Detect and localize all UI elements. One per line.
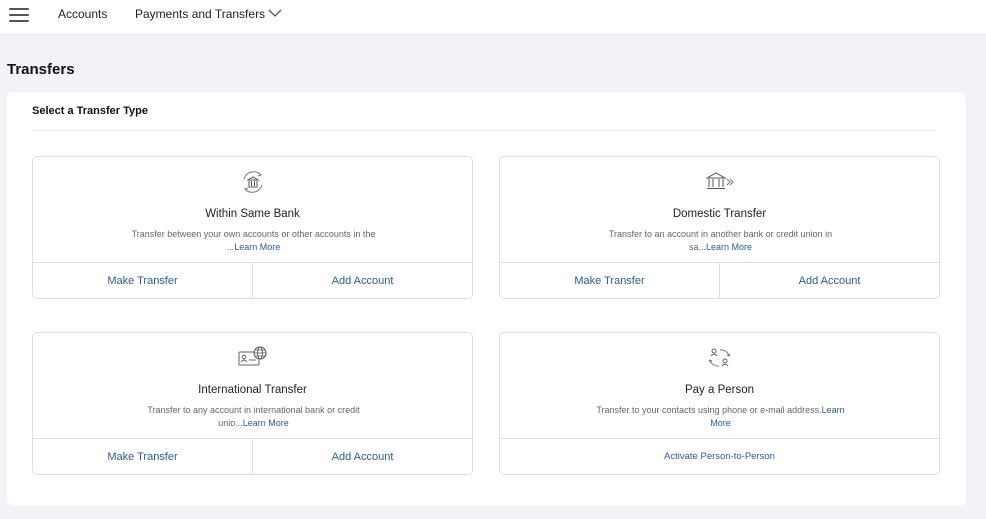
card-within-same-bank: Within Same Bank Transfer between your o… — [32, 156, 473, 299]
international-card-globe-icon — [238, 346, 266, 366]
card-actions: Make Transfer Add Account — [33, 262, 472, 298]
page-title: Transfers — [7, 61, 75, 78]
bank-outgoing-icon — [704, 172, 734, 189]
person-to-person-icon — [708, 348, 730, 367]
panel-title: Select a Transfer Type — [32, 105, 148, 117]
add-account-button[interactable]: Add Account — [719, 263, 939, 298]
learn-more-link[interactable]: Learn More — [234, 242, 280, 252]
card-description-text: Transfer to your contacts using phone or… — [596, 405, 822, 415]
chevron-down-icon[interactable] — [268, 9, 282, 18]
learn-more-link[interactable]: Learn More — [706, 242, 752, 252]
nav-accounts[interactable]: Accounts — [58, 7, 107, 21]
card-title: Domestic Transfer — [672, 208, 767, 220]
transfer-type-panel: Select a Transfer Type Within Same Bank … — [7, 92, 966, 506]
card-international-transfer: International Transfer Transfer to any a… — [32, 332, 473, 475]
card-description: Transfer to your contacts using phone or… — [590, 404, 851, 430]
card-actions: Make Transfer Add Account — [33, 438, 472, 474]
make-transfer-button[interactable]: Make Transfer — [33, 263, 252, 298]
card-description: Transfer between your own accounts or ot… — [123, 228, 384, 254]
nav-payments-and-transfers[interactable]: Payments and Transfers — [135, 7, 265, 21]
card-actions: Make Transfer Add Account — [500, 262, 939, 298]
card-title: Pay a Person — [684, 384, 755, 396]
divider — [32, 130, 936, 131]
card-title: International Transfer — [198, 384, 307, 396]
card-domestic-transfer: Domestic Transfer Transfer to an account… — [499, 156, 940, 299]
activate-person-to-person-button[interactable]: Activate Person-to-Person — [500, 439, 939, 474]
card-pay-a-person: Pay a Person Transfer to your contacts u… — [499, 332, 940, 475]
make-transfer-button[interactable]: Make Transfer — [500, 263, 719, 298]
add-account-button[interactable]: Add Account — [252, 439, 472, 474]
card-title: Within Same Bank — [205, 208, 300, 220]
card-description: Transfer to an account in another bank o… — [590, 228, 851, 254]
learn-more-link[interactable]: Learn More — [243, 418, 289, 428]
hamburger-menu-icon[interactable] — [9, 7, 29, 23]
top-navigation-bar: Accounts Payments and Transfers — [0, 0, 986, 35]
add-account-button[interactable]: Add Account — [252, 263, 472, 298]
make-transfer-button[interactable]: Make Transfer — [33, 439, 252, 474]
card-actions: Activate Person-to-Person — [500, 438, 939, 474]
bank-transfer-icon — [243, 171, 262, 193]
card-description: Transfer to any account in international… — [123, 404, 384, 430]
